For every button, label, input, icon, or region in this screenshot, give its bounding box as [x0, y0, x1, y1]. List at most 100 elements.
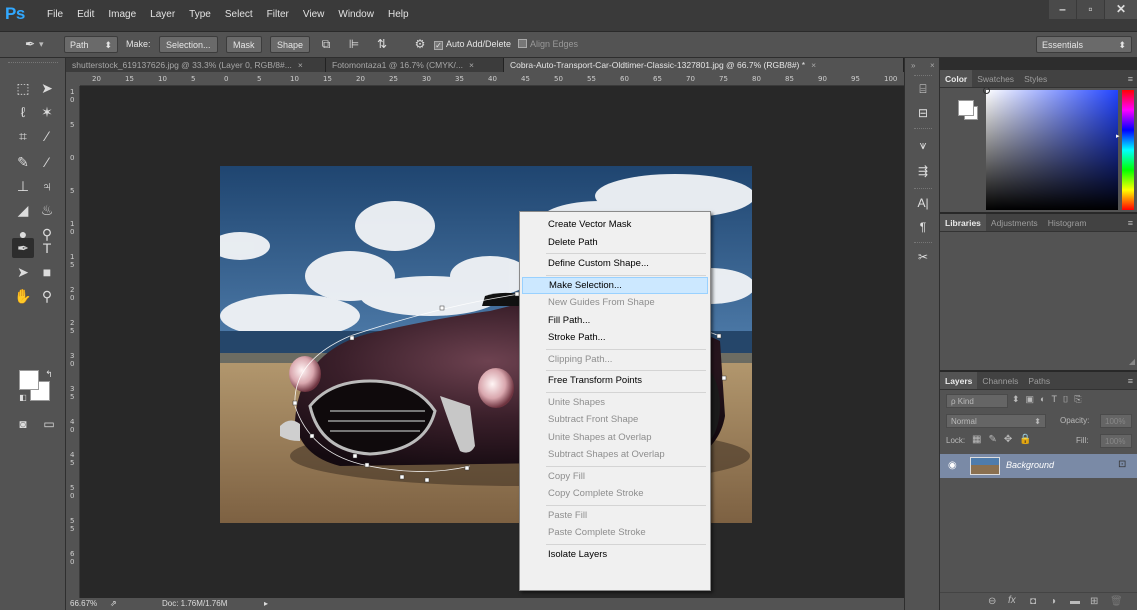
zoom-level[interactable]: 66.67%	[70, 598, 97, 610]
tab-swatches[interactable]: Swatches	[972, 70, 1019, 87]
pen-tool-preset-icon[interactable]: ✒	[22, 36, 38, 53]
history-panel-icon[interactable]: ⌸	[913, 80, 933, 98]
foreground-color-swatch[interactable]	[19, 370, 39, 390]
context-menu-item-isolate-layers[interactable]: Isolate Layers	[522, 546, 708, 563]
context-menu-item-fill-path[interactable]: Fill Path...	[522, 312, 708, 329]
swap-colors-icon[interactable]: ↰	[38, 364, 60, 384]
eraser-icon[interactable]: ◢	[12, 200, 34, 220]
close-tab-icon[interactable]: ×	[469, 60, 474, 70]
tab-styles[interactable]: Styles	[1019, 70, 1052, 87]
menu-image[interactable]: Image	[108, 9, 136, 20]
context-menu-item-define-custom-shape[interactable]: Define Custom Shape...	[522, 255, 708, 272]
tab-color[interactable]: Color	[940, 70, 973, 87]
brush-tool-icon[interactable]: ⁄	[36, 152, 58, 172]
new-layer-icon[interactable]: ⊞	[1090, 596, 1098, 607]
path-selection-icon[interactable]: ➤	[12, 262, 34, 282]
eyedropper-icon[interactable]: ⁄	[36, 126, 58, 146]
panel-grip[interactable]	[914, 242, 932, 245]
preset-dropdown-icon[interactable]: ▾	[39, 36, 44, 53]
lasso-tool-icon[interactable]: ℓ	[12, 102, 34, 122]
trash-icon[interactable]: 🗑	[1110, 596, 1123, 607]
collapse-arrows-icon[interactable]: »	[911, 61, 915, 70]
status-menu-arrow-icon[interactable]: ▸	[264, 598, 268, 610]
document-tab-active[interactable]: Cobra-Auto-Transport-Car-Oldtimer-Classi…	[504, 58, 904, 72]
fx-icon[interactable]: fx	[1008, 595, 1016, 606]
move-tool-icon[interactable]: ➤	[36, 78, 58, 98]
opacity-field[interactable]: 100%	[1100, 414, 1132, 428]
close-tab-icon[interactable]: ×	[298, 60, 303, 70]
tool-mode-select[interactable]: Path ⬍	[64, 36, 118, 53]
new-group-icon[interactable]: ▬	[1070, 596, 1080, 607]
layer-filter-select[interactable]: ρ Kind	[946, 394, 1008, 408]
context-menu-item-stroke-path[interactable]: Stroke Path...	[522, 329, 708, 346]
document-tab[interactable]: shutterstock_619137626.jpg @ 33.3% (Laye…	[66, 58, 326, 72]
minimize-button[interactable]: –	[1049, 0, 1076, 19]
layer-row[interactable]: ◉ Background ⊡	[940, 454, 1137, 478]
layer-name[interactable]: Background	[1006, 460, 1054, 470]
eye-icon[interactable]: ◉	[948, 460, 957, 471]
align-edges-checkbox[interactable]: Align Edges	[518, 36, 578, 53]
crop-tool-icon[interactable]: ⌗	[12, 126, 34, 146]
tab-libraries[interactable]: Libraries	[940, 214, 986, 231]
character-panel-icon[interactable]: A|	[913, 194, 933, 212]
document-tab[interactable]: Fotomontaza1 @ 16.7% (CMYK/... ×	[326, 58, 504, 72]
menu-layer[interactable]: Layer	[150, 9, 175, 20]
path-alignment-icon[interactable]: ⊫	[346, 36, 362, 53]
tab-paths[interactable]: Paths	[1023, 372, 1055, 389]
context-menu-item-free-transform-points[interactable]: Free Transform Points	[522, 372, 708, 389]
menu-edit[interactable]: Edit	[77, 9, 94, 20]
tab-channels[interactable]: Channels	[977, 372, 1023, 389]
menu-window[interactable]: Window	[338, 9, 374, 20]
type-tool-icon[interactable]: T	[36, 238, 58, 258]
panel-menu-icon[interactable]: ≡	[1128, 74, 1133, 84]
hand-tool-icon[interactable]: ✋	[12, 286, 34, 306]
tab-histogram[interactable]: Histogram	[1043, 214, 1092, 231]
hue-slider-arrow-icon[interactable]: ▸	[1116, 132, 1120, 140]
context-menu-item-make-selection[interactable]: Make Selection...	[522, 276, 708, 294]
horizontal-ruler[interactable]: 20 15 10 5 0 5 10 15 20 25 30 35 40 45 50 55 60 65 70 75 80 8…	[80, 72, 904, 86]
menu-file[interactable]: File	[47, 9, 63, 20]
close-icon[interactable]: ×	[930, 61, 935, 70]
properties-panel-icon[interactable]: ⊟	[913, 104, 933, 122]
menu-view[interactable]: View	[303, 9, 325, 20]
healing-brush-icon[interactable]: ✎	[12, 152, 34, 172]
pen-tool-icon[interactable]: ✒	[12, 238, 34, 258]
context-menu-item-create-vector-mask[interactable]: Create Vector Mask	[522, 216, 708, 233]
hue-slider[interactable]	[1122, 90, 1134, 210]
magic-wand-icon[interactable]: ✶	[36, 102, 58, 122]
ruler-origin[interactable]	[66, 72, 80, 86]
default-colors-icon[interactable]: ◧	[12, 388, 34, 408]
history-brush-icon[interactable]: ♃	[36, 176, 58, 196]
brush-presets-icon[interactable]: ⇶	[913, 162, 933, 180]
panel-menu-icon[interactable]: ≡	[1128, 218, 1133, 228]
mask-button[interactable]: Mask	[226, 36, 262, 53]
quick-mask-icon[interactable]: ◙	[12, 414, 34, 434]
clone-stamp-icon[interactable]: ⊥	[12, 176, 34, 196]
gear-icon[interactable]: ⚙	[412, 36, 428, 53]
blend-mode-select[interactable]: Normal ⬍	[946, 414, 1046, 428]
selection-button[interactable]: Selection...	[159, 36, 218, 53]
path-operations-icon[interactable]: ⧉	[318, 36, 334, 53]
tool-presets-icon[interactable]: ✂	[913, 248, 933, 266]
add-mask-icon[interactable]: ◘	[1030, 596, 1036, 607]
tab-adjustments[interactable]: Adjustments	[986, 214, 1043, 231]
lock-icons[interactable]: ▦✎✥🔒	[972, 434, 1039, 445]
shape-button[interactable]: Shape	[270, 36, 311, 53]
path-arrangement-icon[interactable]: ⇅	[374, 36, 390, 53]
zoom-tool-icon[interactable]: ⚲	[36, 286, 58, 306]
export-icon[interactable]: ⇗	[110, 598, 117, 610]
menu-type[interactable]: Type	[189, 9, 211, 20]
panel-menu-icon[interactable]: ≡	[1128, 376, 1133, 386]
workspace-select[interactable]: Essentials ⬍	[1036, 36, 1132, 53]
adjustment-layer-icon[interactable]: ◑	[1050, 596, 1056, 607]
brush-panel-icon[interactable]: ⩛	[913, 136, 933, 154]
fill-field[interactable]: 100%	[1100, 434, 1132, 448]
vertical-ruler[interactable]: 1 0 5 0 5 1 0 1 5 2 0 2 5 3 0 3 5 4 0 4 5 5 0 5 5 6 0	[66, 86, 80, 598]
color-field[interactable]	[983, 87, 1118, 210]
link-layers-icon[interactable]: ⊖	[988, 596, 996, 607]
toolbox-grip[interactable]	[8, 62, 58, 65]
paint-bucket-icon[interactable]: ♨	[36, 200, 58, 220]
restore-button[interactable]: ▫	[1077, 0, 1104, 19]
panel-grip[interactable]	[914, 188, 932, 191]
lock-icon[interactable]: ⊡	[1118, 459, 1126, 470]
